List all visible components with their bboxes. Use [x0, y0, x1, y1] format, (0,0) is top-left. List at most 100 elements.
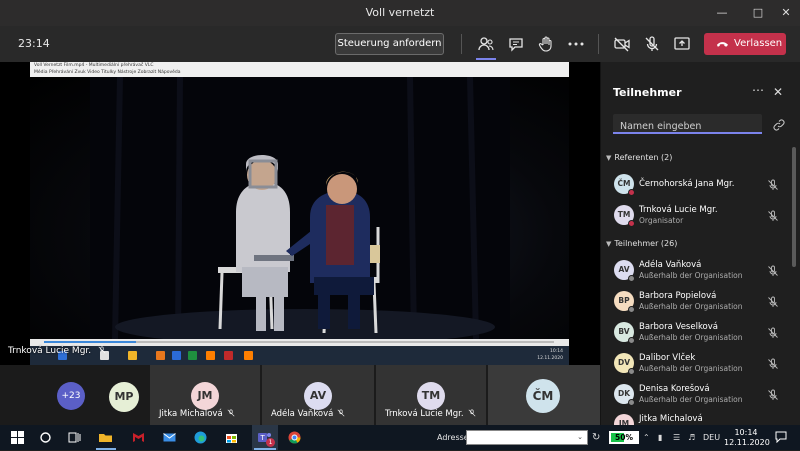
participant-row[interactable]: ČM Černohorská Jana Mgr. — [601, 171, 793, 201]
wifi-icon[interactable]: ☰ — [673, 433, 683, 443]
avatar: AV — [304, 382, 332, 410]
input-language[interactable]: DEU — [703, 433, 720, 442]
mic-off-icon[interactable] — [767, 327, 779, 339]
request-control-button[interactable]: Steuerung anfordern — [335, 33, 444, 55]
search-icon[interactable] — [38, 430, 53, 445]
tile-name: Jitka Michalová — [159, 409, 235, 419]
search-input[interactable] — [613, 117, 762, 136]
close-window-icon[interactable]: ✕ — [775, 4, 797, 22]
mcafee-icon[interactable] — [131, 430, 146, 445]
mic-off-icon[interactable] — [642, 34, 662, 54]
mic-off-icon[interactable] — [767, 358, 779, 370]
refresh-icon[interactable]: ↻ — [592, 432, 603, 443]
participants-icon[interactable] — [476, 34, 496, 54]
video-frame — [30, 77, 569, 339]
mic-off-icon — [98, 346, 106, 354]
system-clock[interactable]: 10:14 12.11.2020 — [724, 428, 770, 448]
mic-off-icon[interactable] — [767, 179, 779, 191]
participants-panel: Teilnehmer ⋯ ✕ ▼Referenten (2) ČM Černoh… — [600, 62, 800, 425]
store-icon[interactable] — [224, 430, 239, 445]
presenters-group-header[interactable]: ▼ Referenten (2) — [606, 153, 672, 162]
shared-clock: 10:14 12.11.2020 — [537, 349, 563, 361]
presence-status-icon — [628, 275, 635, 282]
presence-status-icon — [628, 220, 635, 227]
search-field[interactable] — [613, 114, 762, 136]
participant-name: Barbora Popielová — [639, 291, 717, 301]
mic-off-icon[interactable] — [767, 389, 779, 401]
window-title: Voll vernetzt — [365, 6, 435, 19]
svg-text:T: T — [260, 434, 266, 442]
raise-hand-icon[interactable] — [536, 34, 556, 54]
toolbar-divider — [598, 34, 599, 54]
maximize-icon[interactable]: □ — [747, 4, 769, 22]
participant-row[interactable]: JM Jitka Michalová — [601, 411, 793, 425]
mic-off-icon — [468, 409, 475, 417]
file-explorer-icon[interactable] — [98, 430, 113, 445]
overflow-count-badge[interactable]: +23 — [57, 382, 85, 410]
leave-button[interactable]: Verlassen — [704, 33, 786, 55]
attendees-group-header[interactable]: ▼ Teilnehmer (26) — [606, 239, 677, 248]
close-icon[interactable]: ✕ — [773, 85, 783, 99]
battery-percent: 50% — [615, 433, 633, 442]
avatar: JM — [614, 414, 634, 425]
mic-off-icon — [337, 409, 345, 417]
battery-icon[interactable]: ▮ — [658, 433, 668, 443]
participant-strip: +23 MP JM Jitka Michalová AV Adéla Vaňko… — [0, 365, 600, 425]
chrome-icon[interactable] — [287, 430, 302, 445]
shared-vlc-icon — [244, 351, 253, 360]
panel-title: Teilnehmer — [613, 86, 682, 99]
presence-status-icon — [628, 306, 635, 313]
share-screen-icon[interactable] — [672, 34, 692, 54]
more-icon[interactable] — [566, 34, 586, 54]
avatar: ČM — [526, 379, 560, 413]
volume-icon[interactable]: ♬ — [688, 433, 698, 443]
mail-icon[interactable] — [162, 430, 177, 445]
leave-phone-icon — [716, 42, 729, 47]
participant-role: Organisator — [639, 216, 684, 225]
video-tile[interactable]: AV Adéla Vaňková — [262, 365, 374, 425]
battery-indicator[interactable]: 50% — [609, 431, 639, 444]
participant-name: Denisa Korešová — [639, 384, 710, 394]
edge-icon[interactable] — [193, 430, 208, 445]
toolbar-divider — [461, 34, 462, 54]
video-tile[interactable]: JM Jitka Michalová — [150, 365, 260, 425]
shared-taskbar: 10:14 12.11.2020 — [30, 346, 569, 365]
participant-row[interactable]: BP Barbora Popielová Außerhalb der Organ… — [601, 288, 793, 318]
windows-start-icon[interactable] — [10, 430, 25, 445]
address-bar[interactable]: ⌄ — [466, 430, 588, 451]
action-center-icon[interactable] — [775, 431, 787, 443]
panel-scrollbar[interactable] — [792, 147, 796, 267]
participant-row[interactable]: DV Dalibor Vlček Außerhalb der Organisat… — [601, 350, 793, 380]
mic-off-icon[interactable] — [767, 210, 779, 222]
video-tile-self[interactable]: ČM — [488, 365, 600, 425]
video-tile[interactable]: TM Trnková Lucie Mgr. — [376, 365, 486, 425]
vlc-menu-bar: Média Přehrávání Zvuk Video Titulky Nást… — [30, 69, 569, 77]
participant-row[interactable]: AV Adéla Vaňková Außerhalb der Organisat… — [601, 257, 793, 287]
notification-badge: 1 — [266, 438, 275, 447]
chat-icon[interactable] — [506, 34, 526, 54]
camera-off-icon[interactable] — [612, 34, 632, 54]
chevron-down-icon[interactable]: ⌄ — [577, 433, 583, 441]
chevron-up-icon[interactable]: ⌃ — [643, 433, 653, 443]
participant-name: Dalibor Vlček — [639, 353, 696, 363]
participant-org: Außerhalb der Organisation — [639, 395, 743, 404]
participant-row[interactable]: DK Denisa Korešová Außerhalb der Organis… — [601, 381, 793, 411]
participant-org: Außerhalb der Organisation — [639, 302, 743, 311]
leave-label: Verlassen — [734, 38, 783, 49]
shared-excel-icon — [188, 351, 197, 360]
mic-off-icon[interactable] — [767, 265, 779, 277]
share-invite-link-icon[interactable] — [773, 119, 785, 131]
avatar[interactable]: MP — [109, 382, 139, 412]
participant-row[interactable]: TM Trnková Lucie Mgr. Organisator — [601, 202, 793, 232]
teams-taskbar-button[interactable]: T 1 — [252, 425, 278, 450]
more-icon[interactable]: ⋯ — [752, 83, 765, 97]
address-input[interactable] — [467, 437, 567, 451]
task-view-icon[interactable] — [67, 430, 82, 445]
window-title-bar: Voll vernetzt — □ ✕ — [0, 0, 800, 26]
participant-name: Trnková Lucie Mgr. — [639, 205, 718, 215]
minimize-icon[interactable]: — — [711, 4, 733, 22]
participant-name: Adéla Vaňková — [639, 260, 702, 270]
participant-row[interactable]: BV Barbora Veselková Außerhalb der Organ… — [601, 319, 793, 349]
shared-firefox-icon — [156, 351, 165, 360]
mic-off-icon[interactable] — [767, 296, 779, 308]
